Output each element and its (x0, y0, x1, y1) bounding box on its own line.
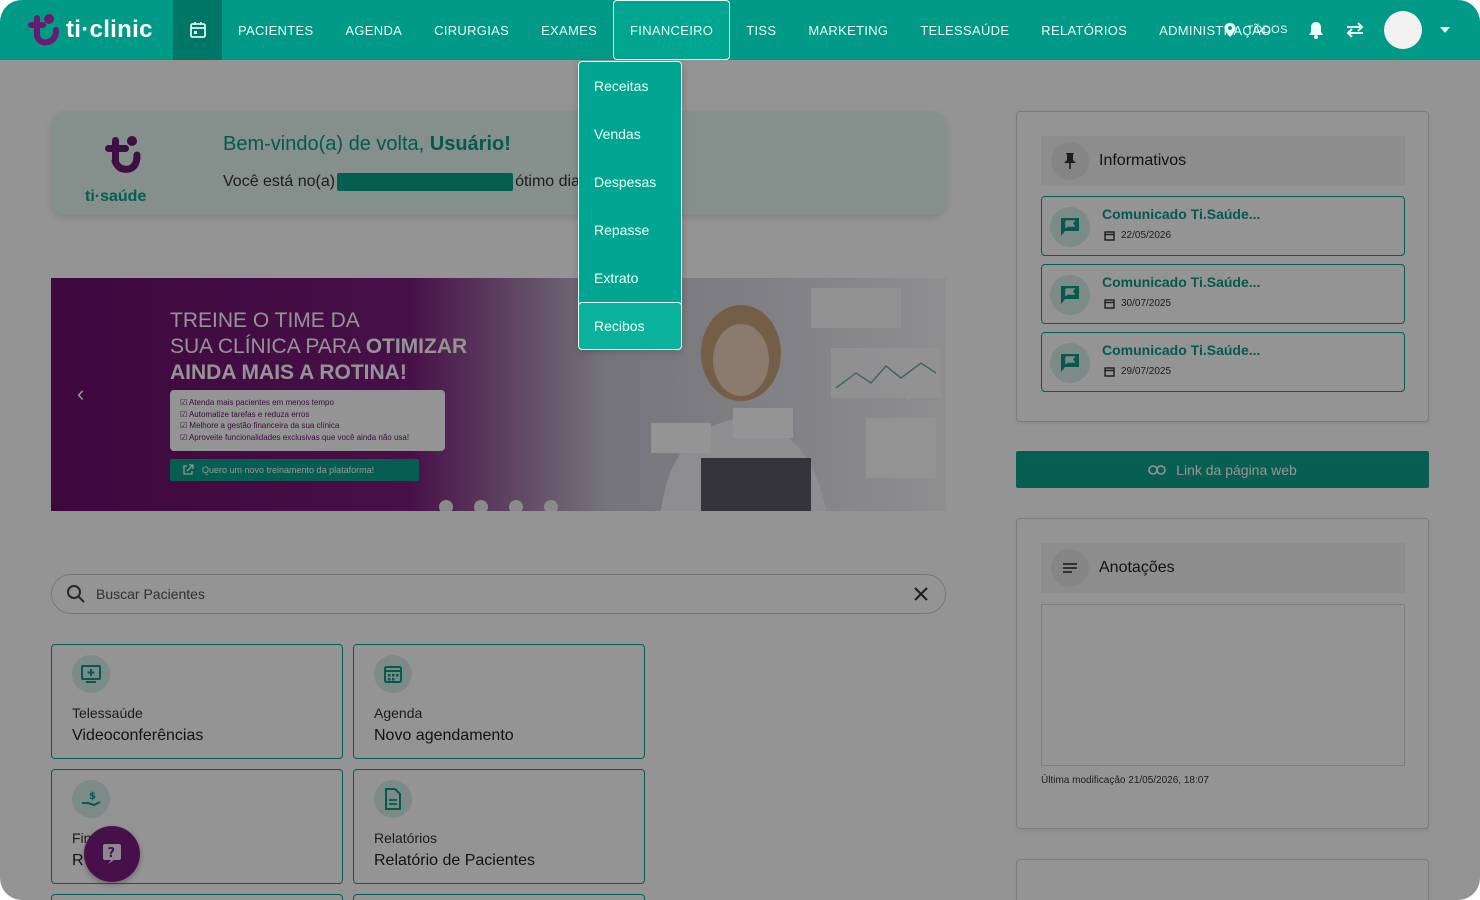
menu-item-repasse[interactable]: Repasse (579, 206, 681, 254)
brand-name: ti·clinic (66, 16, 153, 43)
nav-exames[interactable]: EXAMES (525, 0, 613, 60)
nav-cirurgias[interactable]: CIRURGIAS (418, 0, 525, 60)
nav-tiss[interactable]: TISS (730, 0, 792, 60)
nav-relatorios[interactable]: RELATÓRIOS (1025, 0, 1143, 60)
menu-item-recibos[interactable]: Recibos (578, 302, 682, 350)
menu-item-receitas[interactable]: Receitas (579, 62, 681, 110)
header-tools: TODOS (1223, 0, 1450, 60)
main-nav: PACIENTES AGENDA CIRURGIAS EXAMES FINANC… (222, 0, 1287, 60)
location-label: TODOS (1246, 24, 1288, 36)
chevron-down-icon[interactable] (1440, 27, 1450, 33)
calendar-shortcut-button[interactable] (173, 0, 222, 60)
menu-overlay[interactable] (0, 60, 1480, 900)
location-selector[interactable]: TODOS (1223, 22, 1288, 38)
nav-financeiro[interactable]: FINANCEIRO (613, 0, 731, 60)
menu-item-extrato[interactable]: Extrato (579, 254, 681, 302)
location-pin-icon (1224, 23, 1236, 37)
menu-item-despesas[interactable]: Despesas (579, 158, 681, 206)
ti-logo-icon (28, 14, 59, 46)
nav-telessaude[interactable]: TELESSAÚDE (904, 0, 1025, 60)
brand-logo[interactable]: ti·clinic (24, 12, 153, 48)
user-avatar[interactable] (1384, 11, 1422, 49)
bell-icon[interactable] (1306, 20, 1326, 40)
nav-agenda[interactable]: AGENDA (329, 0, 418, 60)
swap-icon[interactable] (1344, 20, 1366, 40)
financeiro-dropdown-menu: Receitas Vendas Despesas Repasse Extrato… (578, 61, 682, 350)
nav-marketing[interactable]: MARKETING (792, 0, 904, 60)
app-window: ti·clinic PACIENTES AGENDA CIRURGIAS EXA… (0, 0, 1480, 900)
calendar-icon (189, 22, 206, 38)
nav-pacientes[interactable]: PACIENTES (222, 0, 329, 60)
menu-item-vendas[interactable]: Vendas (579, 110, 681, 158)
top-navbar: ti·clinic PACIENTES AGENDA CIRURGIAS EXA… (0, 0, 1480, 60)
